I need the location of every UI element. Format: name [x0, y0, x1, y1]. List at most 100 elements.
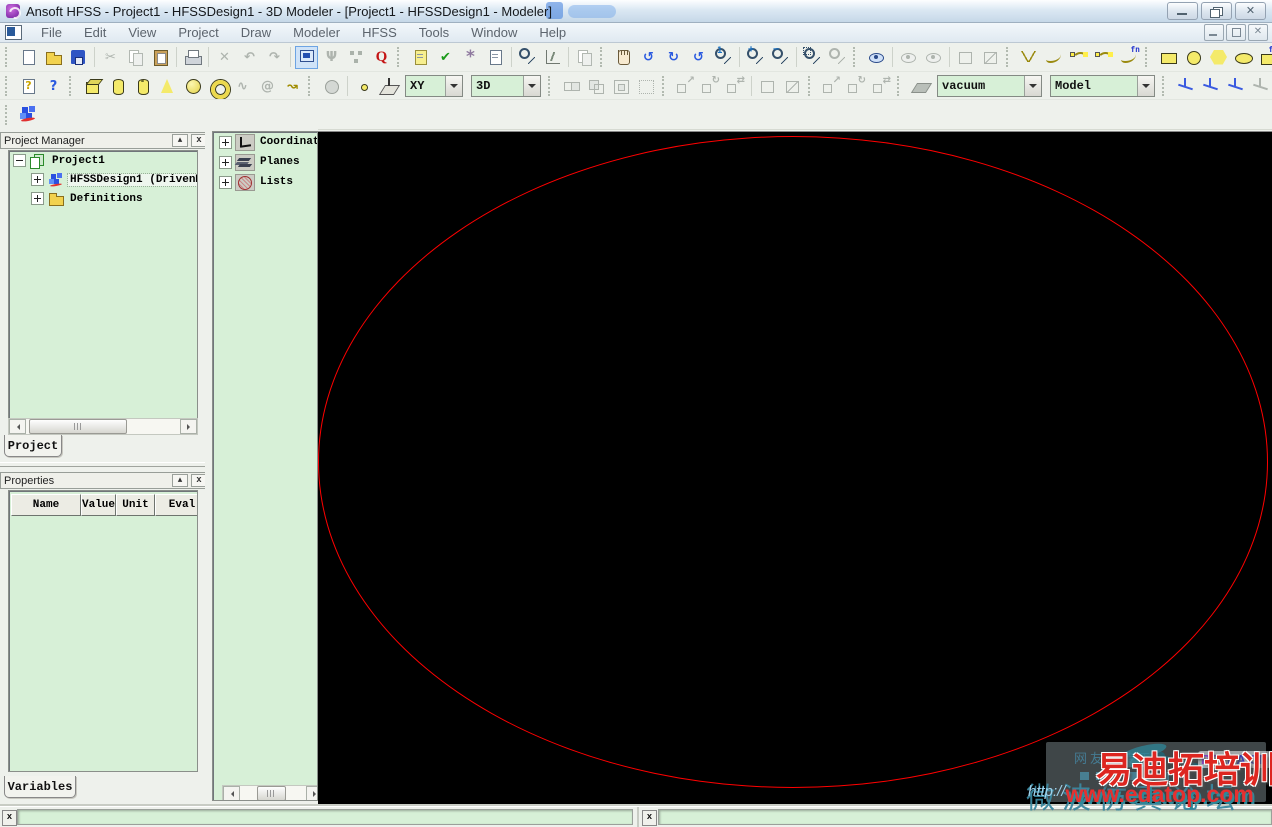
menu-tools[interactable]: Tools [408, 23, 460, 42]
tree-item-planes[interactable]: Planes [213, 152, 317, 172]
boolean-unite-icon[interactable] [560, 75, 583, 98]
draw-circle-icon[interactable] [1182, 46, 1205, 69]
help-topics-icon[interactable] [17, 75, 40, 98]
close-dock-icon[interactable] [642, 810, 657, 826]
section-object-icon[interactable] [781, 75, 804, 98]
scroll-right-icon[interactable] [306, 786, 317, 800]
project-manager-header[interactable]: Project Manager [0, 132, 211, 149]
tree-item-definitions[interactable]: Definitions [9, 189, 197, 208]
modeler-viewport[interactable] [318, 131, 1272, 807]
column-name[interactable]: Name [11, 494, 81, 516]
draw-torus-icon[interactable] [206, 75, 230, 99]
menu-help[interactable]: Help [528, 23, 577, 42]
tree-item-project[interactable]: Project1 [9, 151, 197, 170]
cut-icon[interactable] [99, 46, 122, 69]
copy-icon[interactable] [124, 46, 147, 69]
sweep-icon[interactable] [909, 75, 932, 98]
draw-arc-center-icon[interactable] [1068, 46, 1091, 69]
network-data-icon[interactable] [345, 46, 368, 69]
column-unit[interactable]: Unit [116, 494, 155, 516]
toolbar-handle[interactable] [662, 76, 669, 96]
zoom-fit-icon[interactable] [826, 45, 849, 69]
toolbar-handle[interactable] [1162, 76, 1169, 96]
transform-rotate-icon[interactable] [699, 75, 722, 98]
draw-spiral-icon[interactable] [256, 75, 279, 98]
model-dropdown[interactable]: Model [1050, 75, 1155, 97]
draw-ellipse-icon[interactable] [1232, 46, 1255, 69]
column-evaluated[interactable]: Eval [155, 494, 197, 516]
analyze-all-icon[interactable] [459, 46, 482, 69]
restore-button[interactable] [1201, 2, 1232, 20]
column-value[interactable]: Value [81, 494, 116, 516]
drawn-circle-object[interactable] [318, 136, 1268, 788]
collapse-panel-icon[interactable] [172, 134, 188, 147]
toolbar-handle[interactable] [1145, 47, 1152, 67]
duplicate-mirror-icon[interactable] [870, 75, 893, 98]
expand-expander-icon[interactable] [31, 173, 44, 186]
dropdown-arrow-icon[interactable] [1024, 76, 1041, 96]
draw-cylinder-icon[interactable] [106, 75, 129, 98]
draw-cone-icon[interactable] [156, 75, 179, 98]
save-icon[interactable] [67, 46, 90, 69]
plane-dropdown[interactable]: XY [405, 75, 463, 97]
progress-field[interactable] [658, 809, 1272, 825]
zoom-in-icon[interactable] [744, 45, 767, 69]
antenna-icon[interactable] [320, 46, 343, 69]
menu-window[interactable]: Window [460, 23, 528, 42]
toolbar-handle[interactable] [308, 76, 315, 96]
mdi-minimize-button[interactable] [1204, 23, 1224, 41]
solve-monitor-icon[interactable] [295, 45, 318, 69]
open-file-icon[interactable] [42, 46, 65, 69]
panel-divider[interactable] [0, 462, 205, 467]
expand-expander-icon[interactable] [219, 175, 232, 189]
draw-spline-icon[interactable] [1043, 46, 1066, 69]
copy-image-icon[interactable] [573, 46, 596, 69]
coordinate-system-offset-icon[interactable] [1224, 75, 1247, 98]
rotate-axis-icon[interactable] [687, 46, 710, 69]
draw-bondwire-icon[interactable] [281, 75, 304, 98]
create-region-icon[interactable] [320, 75, 343, 98]
insert-hfss-design-icon[interactable] [17, 103, 40, 126]
close-dock-icon[interactable] [2, 810, 17, 826]
expand-expander-icon[interactable] [219, 135, 232, 149]
scroll-thumb[interactable] [29, 419, 127, 434]
dropdown-arrow-icon[interactable] [445, 76, 462, 96]
view-option-a-icon[interactable] [954, 46, 977, 69]
duplicate-along-line-icon[interactable] [820, 75, 843, 98]
draw-rectangle-icon[interactable] [1157, 46, 1180, 69]
scroll-track[interactable] [240, 786, 306, 800]
tree-item-design[interactable]: HFSSDesign1 (DrivenMo [9, 170, 197, 189]
toolbar-handle[interactable] [600, 47, 607, 67]
draw-box-icon[interactable] [81, 75, 104, 98]
validation-check-icon[interactable] [434, 46, 457, 69]
delete-icon[interactable] [213, 46, 236, 69]
pan-hand-icon[interactable] [612, 46, 635, 69]
context-help-icon[interactable] [42, 75, 65, 98]
rotate-orbit-icon[interactable] [637, 46, 660, 69]
menu-edit[interactable]: Edit [73, 23, 117, 42]
menu-draw[interactable]: Draw [230, 23, 282, 42]
toolbar-handle[interactable] [397, 47, 404, 67]
draw-plane-icon[interactable] [377, 75, 400, 98]
menu-project[interactable]: Project [167, 23, 229, 42]
view-option-b-icon[interactable] [979, 46, 1002, 69]
scroll-left-icon[interactable] [223, 786, 240, 800]
q-parameter-icon[interactable] [370, 46, 393, 69]
print-icon[interactable] [181, 46, 204, 69]
expand-expander-icon[interactable] [31, 192, 44, 205]
transform-mirror-icon[interactable] [724, 75, 747, 98]
draw-polyline-icon[interactable] [1018, 46, 1041, 69]
toolbar-handle[interactable] [69, 76, 76, 96]
tab-project[interactable]: Project [4, 435, 62, 457]
model-tree-hscrollbar[interactable] [222, 785, 317, 800]
scroll-left-icon[interactable] [9, 419, 26, 434]
coordinate-system-face-icon[interactable] [1199, 75, 1222, 98]
visibility-eye-icon[interactable] [865, 46, 888, 69]
draw-sphere-icon[interactable] [181, 75, 204, 98]
transform-move-icon[interactable] [674, 75, 697, 98]
toolbar-handle[interactable] [5, 76, 12, 96]
new-file-icon[interactable] [17, 46, 40, 69]
duplicate-around-axis-icon[interactable] [845, 75, 868, 98]
zoom-out-icon[interactable] [769, 45, 792, 69]
mdi-restore-button[interactable] [1226, 23, 1246, 41]
